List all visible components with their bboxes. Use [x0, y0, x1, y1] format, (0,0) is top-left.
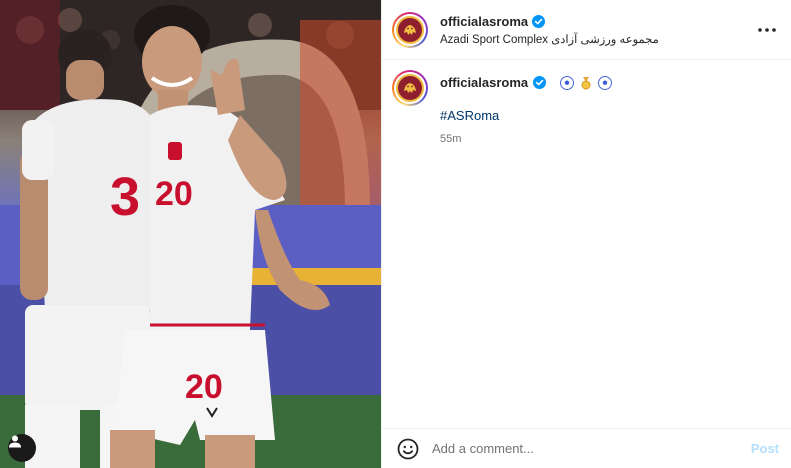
post-comment-button[interactable]: Post — [751, 441, 779, 456]
caption-username-link[interactable]: officialasroma — [440, 75, 528, 90]
medal-icon — [581, 76, 591, 89]
post-timestamp: 55m — [440, 133, 462, 145]
photo-illustration: 3 20 20 — [0, 0, 381, 468]
caption-avatar[interactable] — [392, 70, 428, 106]
post-details-panel: officialasroma Azadi Sport Complex مجموع… — [381, 0, 791, 468]
roma-wolf-logo-icon — [396, 15, 424, 44]
post-photo[interactable]: 3 20 20 — [0, 0, 381, 468]
username-link[interactable]: officialasroma — [440, 14, 528, 29]
shorts-number: 20 — [185, 368, 223, 406]
verified-badge-icon — [533, 76, 547, 89]
roma-wolf-logo-icon — [396, 74, 424, 102]
comment-bar: Post — [382, 428, 791, 468]
hashtag-link[interactable]: #ASRoma — [440, 108, 499, 123]
avatar[interactable] — [392, 11, 428, 48]
tagged-users-button[interactable] — [8, 434, 36, 462]
emoji-picker-button[interactable] — [396, 437, 420, 461]
smiley-icon — [397, 438, 419, 459]
soccer-ball-icon — [560, 75, 575, 90]
more-options-button[interactable] — [755, 18, 779, 42]
back-player-number: 3 — [110, 167, 140, 227]
comment-input[interactable] — [432, 441, 751, 456]
location-link[interactable]: Azadi Sport Complex مجموعه ورزشی آزادی — [440, 32, 659, 46]
verified-badge-icon — [532, 14, 546, 28]
post-header: officialasroma Azadi Sport Complex مجموع… — [382, 0, 791, 60]
more-horizontal-icon — [758, 28, 776, 32]
soccer-ball-icon — [598, 75, 613, 90]
caption: officialasroma #ASRoma 55m — [382, 60, 791, 145]
front-player-number: 20 — [155, 175, 193, 213]
user-icon — [9, 435, 21, 448]
